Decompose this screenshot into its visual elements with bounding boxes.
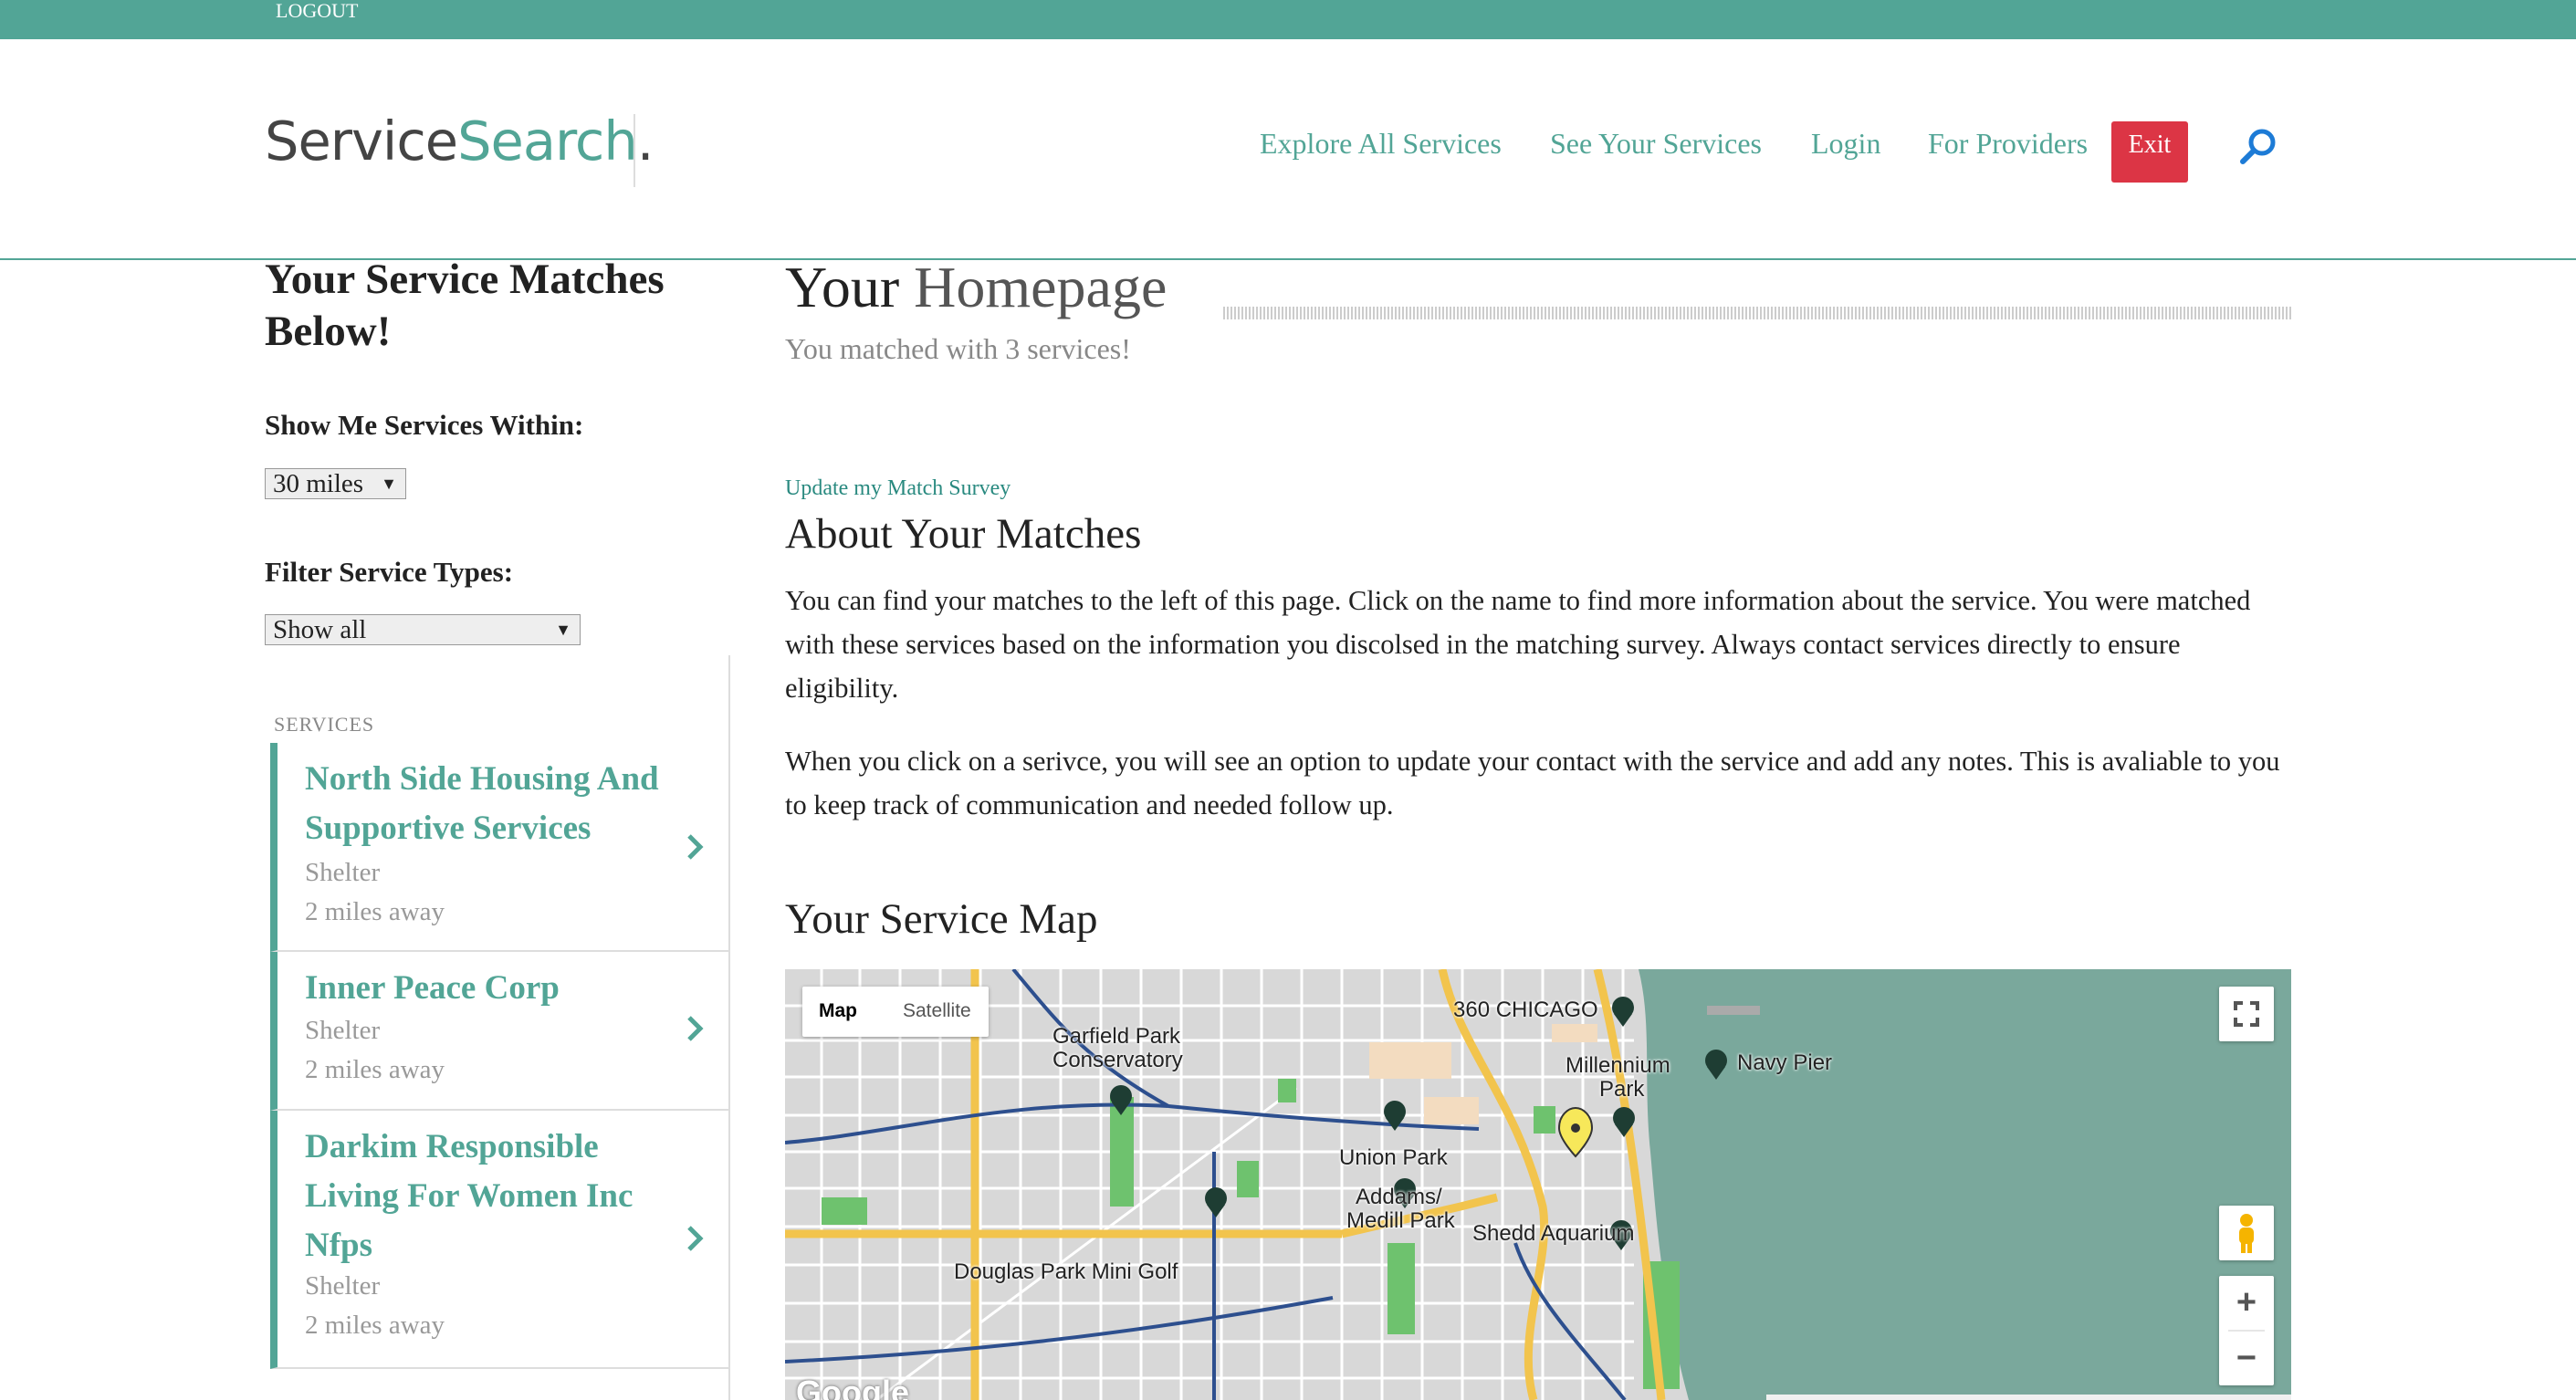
pegman-icon: [2239, 1214, 2254, 1253]
fullscreen-icon: [2234, 1001, 2259, 1027]
logo[interactable]: ServiceSearch.: [265, 110, 654, 172]
nav-see-your-services[interactable]: See Your Services: [1550, 127, 1762, 161]
map-type-satellite-button[interactable]: Satellite: [903, 1000, 971, 1022]
map-label-douglas-park-mini-golf: Douglas Park Mini Golf: [954, 1259, 1178, 1284]
about-paragraph-2: When you click on a serivce, you will se…: [785, 746, 2280, 820]
logout-link[interactable]: LOGOUT: [276, 0, 358, 22]
distance-select-value: 30 miles: [273, 469, 364, 498]
update-survey-link[interactable]: Update my Match Survey: [785, 476, 1011, 501]
logo-text-dot: .: [636, 110, 654, 172]
dropdown-arrow-icon: ▼: [555, 621, 571, 639]
map-attribution-bar: [1766, 1395, 2291, 1400]
service-type: Shelter: [305, 858, 381, 887]
service-item-darkim-responsible-living[interactable]: Darkim Responsible Living For Women Inc …: [270, 1111, 728, 1369]
map-label-360-chicago: 360 CHICAGO: [1453, 998, 1598, 1022]
map-type-control: Map Satellite: [802, 987, 989, 1037]
nav-for-providers[interactable]: For Providers: [1928, 127, 2088, 161]
street-view-button[interactable]: [2219, 1206, 2274, 1260]
map-label-union-park: Union Park: [1339, 1145, 1448, 1170]
map-label-park: Park: [1599, 1077, 1645, 1102]
service-distance: 2 miles away: [305, 897, 445, 926]
service-type: Shelter: [305, 1016, 381, 1045]
search-icon[interactable]: [2238, 126, 2278, 166]
map-heading: Your Service Map: [785, 895, 1098, 943]
chevron-right-icon[interactable]: [685, 1224, 707, 1253]
service-item-inner-peace-corp[interactable]: Inner Peace Corp Shelter 2 miles away: [270, 952, 728, 1111]
fullscreen-button[interactable]: [2219, 987, 2274, 1041]
nav-login[interactable]: Login: [1811, 127, 1880, 161]
distance-select[interactable]: 30 miles ▼: [265, 468, 406, 499]
service-name[interactable]: Darkim Responsible Living For Women Inc …: [305, 1123, 670, 1270]
service-distance: 2 miles away: [305, 1311, 445, 1340]
title-divider: [1223, 307, 2291, 319]
chevron-right-icon[interactable]: [685, 1014, 707, 1043]
nav-explore-all-services[interactable]: Explore All Services: [1260, 127, 1502, 161]
dropdown-arrow-icon: ▼: [381, 475, 397, 493]
map-label-millennium: Millennium: [1565, 1053, 1670, 1078]
map-label-medill-park: Medill Park: [1346, 1208, 1455, 1233]
site-header: ServiceSearch. Explore All Services See …: [0, 39, 2576, 260]
filter-select-value: Show all: [273, 615, 367, 644]
filter-label: Filter Service Types:: [265, 556, 514, 588]
zoom-out-button[interactable]: −: [2219, 1332, 2274, 1384]
service-item-north-side-housing[interactable]: North Side Housing And Supportive Servic…: [270, 743, 728, 952]
top-bar: LOGOUT: [0, 0, 2576, 39]
map-label-addams: Addams/: [1356, 1185, 1442, 1209]
about-heading: About Your Matches: [785, 510, 1142, 558]
filter-select[interactable]: Show all ▼: [265, 614, 581, 645]
logo-text-search: Search: [457, 110, 638, 172]
google-logo: Google: [796, 1374, 909, 1400]
match-count-text: You matched with 3 services!: [785, 332, 1131, 365]
services-heading: SERVICES: [274, 713, 375, 736]
map-label-shedd-aquarium: Shedd Aquarium: [1472, 1221, 1635, 1246]
page-title: Your Homepage: [785, 254, 1167, 321]
service-distance: 2 miles away: [305, 1055, 445, 1084]
chevron-right-icon[interactable]: [685, 832, 707, 862]
service-map[interactable]: 360 CHICAGO Garfield Park Conservatory M…: [785, 969, 2291, 1400]
map-label-conservatory: Conservatory: [1052, 1048, 1183, 1072]
service-type: Shelter: [305, 1271, 381, 1301]
page-title-your: Your: [785, 255, 900, 319]
map-canvas[interactable]: [785, 969, 2291, 1400]
service-name[interactable]: Inner Peace Corp: [305, 964, 670, 1013]
logo-divider: [634, 114, 635, 187]
map-label-navy-pier: Navy Pier: [1737, 1050, 1833, 1075]
about-paragraph-1: You can find your matches to the left of…: [785, 585, 2251, 704]
service-name[interactable]: North Side Housing And Supportive Servic…: [305, 755, 670, 853]
distance-label: Show Me Services Within:: [265, 409, 584, 441]
sidebar-title: Your Service Matches Below!: [265, 256, 665, 355]
page-title-homepage: Homepage: [914, 255, 1168, 319]
logo-text-service: Service: [265, 110, 458, 172]
exit-button[interactable]: Exit: [2111, 121, 2188, 183]
zoom-in-button[interactable]: +: [2219, 1276, 2274, 1329]
map-type-map-button[interactable]: Map: [819, 1000, 857, 1022]
map-label-garfield-park: Garfield Park: [1052, 1024, 1181, 1049]
zoom-control: + −: [2219, 1276, 2274, 1385]
